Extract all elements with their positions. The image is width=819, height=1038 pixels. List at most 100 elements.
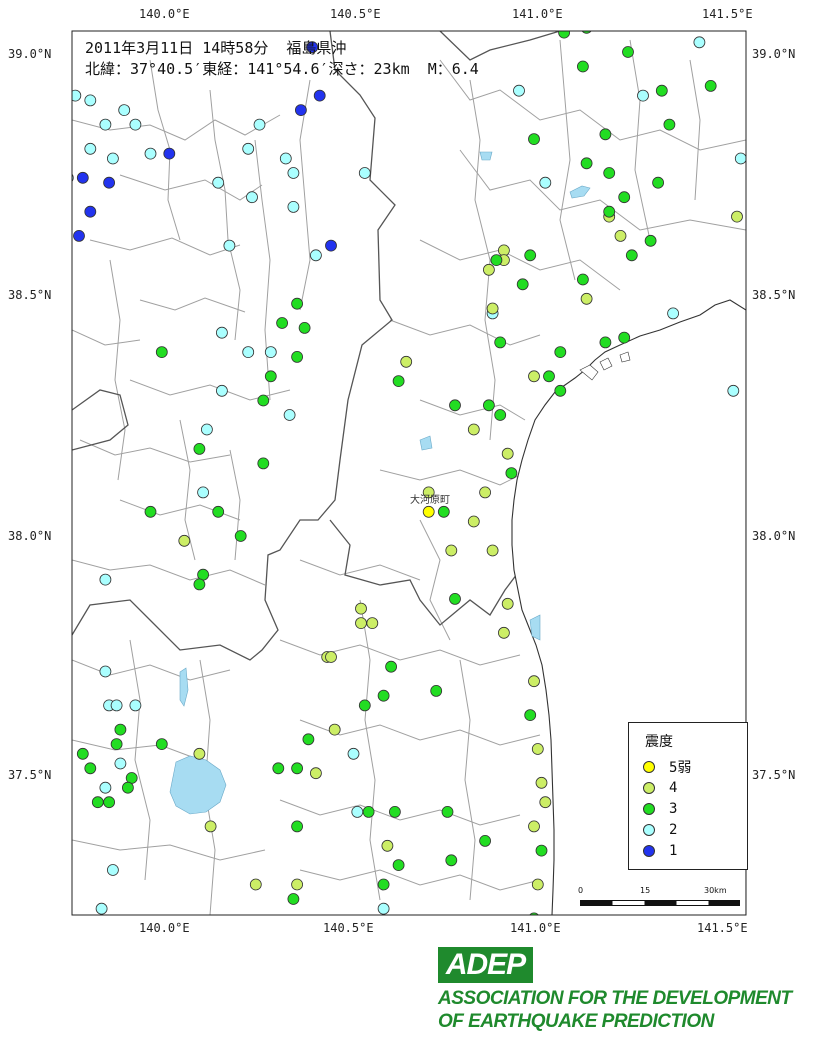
- station-marker: [494, 336, 507, 349]
- station-marker: [603, 167, 616, 179]
- station-marker: [618, 331, 631, 344]
- station-marker: [298, 321, 311, 334]
- station-marker: [479, 486, 492, 499]
- station-marker: [99, 118, 112, 131]
- station-marker: [445, 544, 458, 557]
- station-marker: [215, 384, 228, 397]
- station-marker: [118, 104, 131, 116]
- legend-swatch-icon: [643, 803, 655, 815]
- station-marker: [486, 544, 499, 557]
- legend-label: 3: [669, 801, 678, 817]
- legend-label: 1: [669, 843, 678, 859]
- station-marker: [637, 89, 649, 102]
- station-marker: [253, 118, 266, 131]
- station-marker: [257, 394, 270, 407]
- station-marker: [110, 699, 123, 712]
- station-marker: [524, 249, 537, 262]
- logo-text: ADEP: [445, 948, 526, 981]
- legend-swatch-icon: [643, 782, 655, 794]
- station-marker: [422, 505, 435, 518]
- station-marker: [667, 307, 679, 320]
- station-marker: [467, 423, 480, 436]
- station-marker: [490, 254, 503, 267]
- station-marker: [618, 191, 631, 204]
- station-marker: [114, 757, 127, 770]
- station-marker: [554, 384, 567, 397]
- legend-item: 4: [643, 778, 677, 798]
- station-marker: [497, 626, 510, 639]
- station-marker: [400, 355, 413, 368]
- station-marker: [539, 796, 552, 809]
- station-marker: [529, 923, 540, 934]
- scale-label: 0: [578, 886, 584, 895]
- station-marker: [84, 142, 97, 155]
- legend-item: 5弱: [643, 757, 691, 777]
- station-marker: [309, 767, 322, 780]
- station-marker: [291, 878, 304, 891]
- station-marker: [291, 820, 304, 833]
- station-marker: [239, 923, 250, 934]
- station-marker: [287, 167, 300, 179]
- station-marker: [129, 118, 142, 131]
- station-marker: [554, 346, 567, 359]
- station-marker: [535, 844, 548, 857]
- station-marker: [513, 84, 525, 97]
- station-marker: [249, 878, 262, 891]
- legend-swatch-icon: [643, 824, 655, 836]
- station-marker: [505, 467, 518, 480]
- station-marker: [234, 530, 247, 542]
- station-marker: [482, 399, 495, 412]
- station-marker: [95, 902, 108, 915]
- station-marker: [531, 743, 544, 755]
- event-datetime-region: 2011年3月11日 14時58分 福島県沖: [85, 39, 347, 57]
- station-marker: [441, 806, 454, 818]
- station-marker: [99, 665, 112, 678]
- station-marker: [392, 375, 405, 388]
- legend-title: 震度: [645, 734, 673, 750]
- station-marker: [625, 249, 638, 262]
- legend-swatch-icon: [643, 761, 655, 773]
- station-marker: [272, 762, 285, 775]
- station-marker: [309, 249, 322, 262]
- station-marker: [437, 505, 450, 518]
- station-marker: [257, 457, 270, 470]
- intensity-map[interactable]: [0, 0, 819, 1038]
- scale-label: 30km: [704, 886, 727, 895]
- station-marker: [276, 317, 289, 329]
- station-marker: [307, 923, 318, 934]
- station-marker: [76, 747, 89, 760]
- station-marker: [72, 89, 82, 102]
- station-marker: [55, 710, 66, 721]
- station-marker: [197, 486, 210, 499]
- station-marker: [543, 370, 555, 383]
- station-marker: [445, 854, 458, 867]
- station-marker: [99, 573, 112, 586]
- station-marker: [388, 806, 401, 818]
- station-marker: [193, 442, 206, 455]
- adep-logo: ADEP: [438, 947, 533, 983]
- station-marker: [704, 80, 717, 92]
- station-marker: [302, 733, 315, 746]
- station-marker: [377, 902, 390, 915]
- station-marker: [91, 796, 104, 809]
- station-marker: [392, 859, 405, 871]
- station-marker: [291, 762, 304, 775]
- station-marker: [155, 738, 168, 750]
- station-marker: [99, 781, 112, 794]
- station-marker: [494, 409, 507, 421]
- station-marker: [644, 234, 657, 247]
- station-marker: [200, 423, 213, 436]
- station-marker: [325, 651, 337, 663]
- station-marker: [528, 820, 540, 833]
- organization-name-line1: ASSOCIATION FOR THE DEVELOPMENT: [438, 988, 792, 1009]
- station-marker: [663, 118, 676, 131]
- legend-label: 4: [669, 780, 678, 796]
- station-marker: [355, 617, 367, 629]
- station-marker: [73, 229, 85, 242]
- scale-label: 15: [640, 886, 651, 895]
- station-marker: [430, 685, 443, 697]
- station-marker: [84, 94, 97, 107]
- station-marker: [291, 350, 304, 363]
- station-marker: [528, 675, 540, 688]
- station-marker: [622, 46, 634, 58]
